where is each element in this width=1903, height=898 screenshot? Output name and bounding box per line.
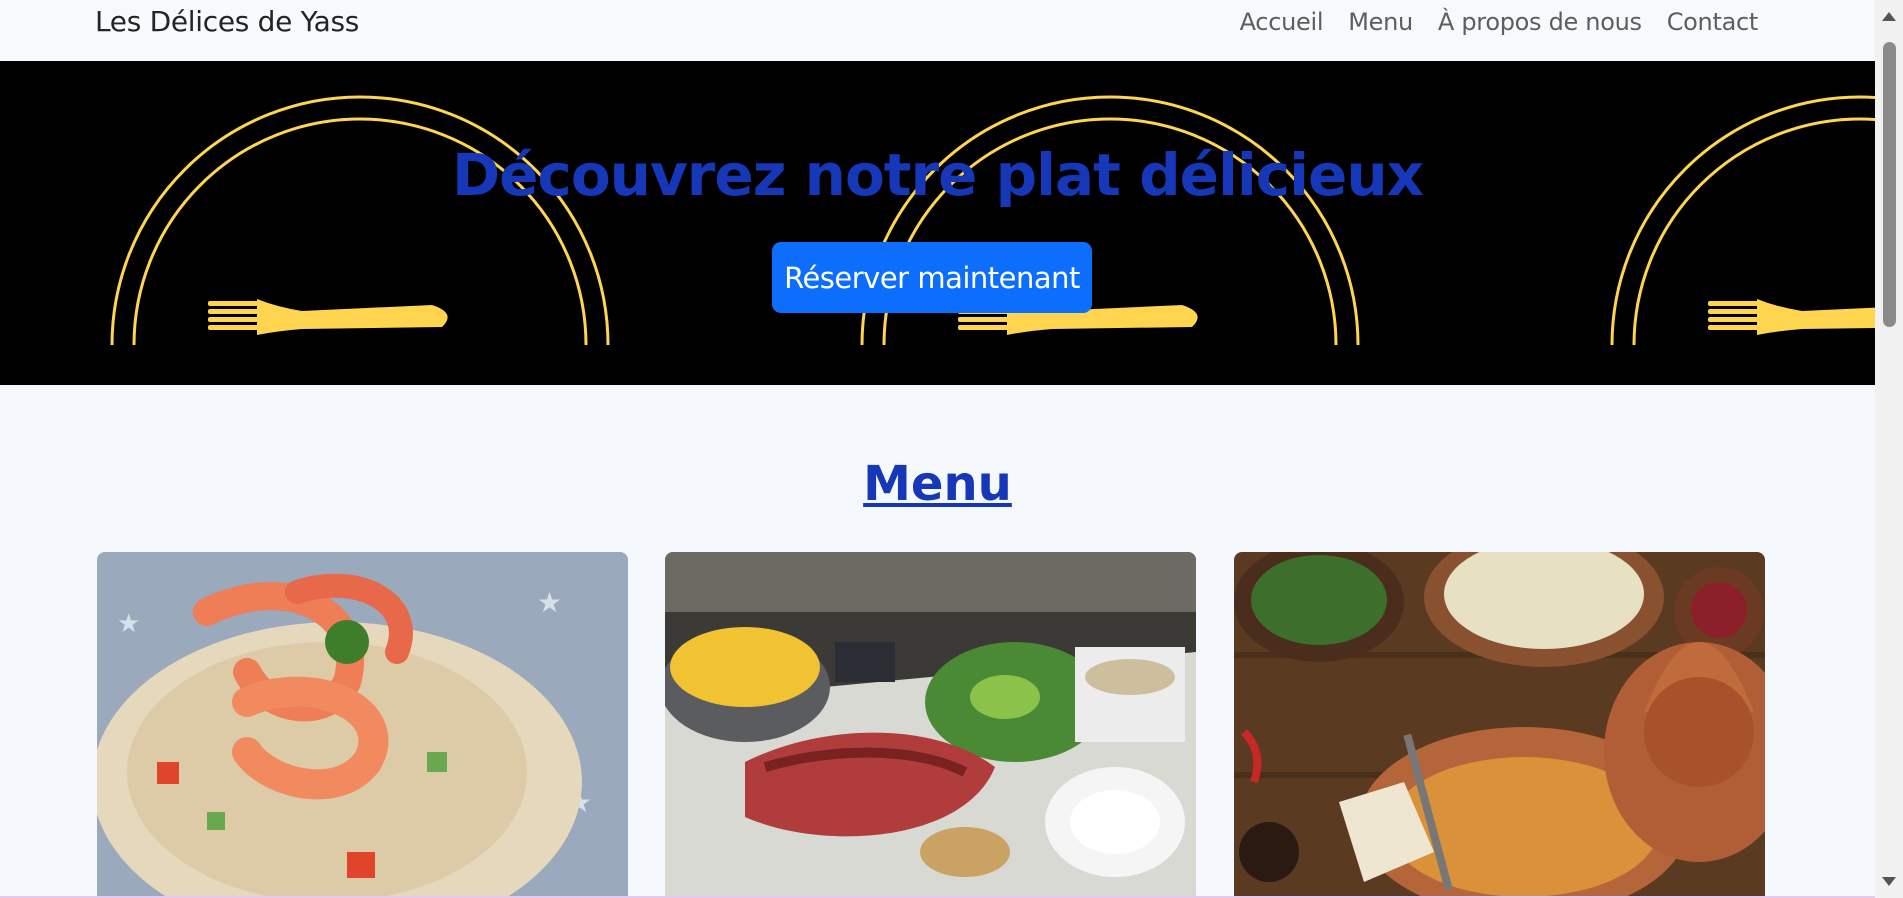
nav-link-a-propos[interactable]: À propos de nous — [1438, 0, 1642, 44]
tagine-image — [1234, 552, 1765, 898]
shrimp-couscous-image: ★ ★ ★ ★ — [97, 552, 628, 898]
menu-section-title: Menu — [863, 456, 1012, 512]
hero-banner: Découvrez notre plat délicieux Réserver … — [0, 61, 1875, 385]
menu-card-1[interactable]: ★ ★ ★ ★ — [97, 552, 628, 898]
steak-plate-image — [665, 552, 1196, 898]
navbar: Les Délices de Yass Accueil Menu À propo… — [0, 0, 1875, 61]
svg-text:★: ★ — [537, 586, 562, 619]
brand-logo-link[interactable]: Les Délices de Yass — [95, 0, 359, 44]
nav-link-contact[interactable]: Contact — [1667, 0, 1759, 44]
nav-link-accueil[interactable]: Accueil — [1240, 0, 1324, 44]
vertical-scrollbar[interactable] — [1875, 0, 1903, 898]
nav-link-menu[interactable]: Menu — [1348, 0, 1413, 44]
hero-title: Découvrez notre plat délicieux — [451, 141, 1424, 209]
reserve-now-button[interactable]: Réserver maintenant — [772, 242, 1092, 313]
scrollbar-thumb[interactable] — [1883, 42, 1896, 327]
menu-card-2[interactable] — [665, 552, 1196, 898]
svg-text:★: ★ — [117, 609, 140, 639]
scroll-down-arrow-icon[interactable] — [1882, 877, 1896, 886]
menu-card-3[interactable] — [1234, 552, 1765, 898]
nav-links: Accueil Menu À propos de nous Contact — [1240, 0, 1759, 44]
scroll-up-arrow-icon[interactable] — [1882, 12, 1896, 21]
plate-fork-pattern — [110, 95, 1875, 347]
